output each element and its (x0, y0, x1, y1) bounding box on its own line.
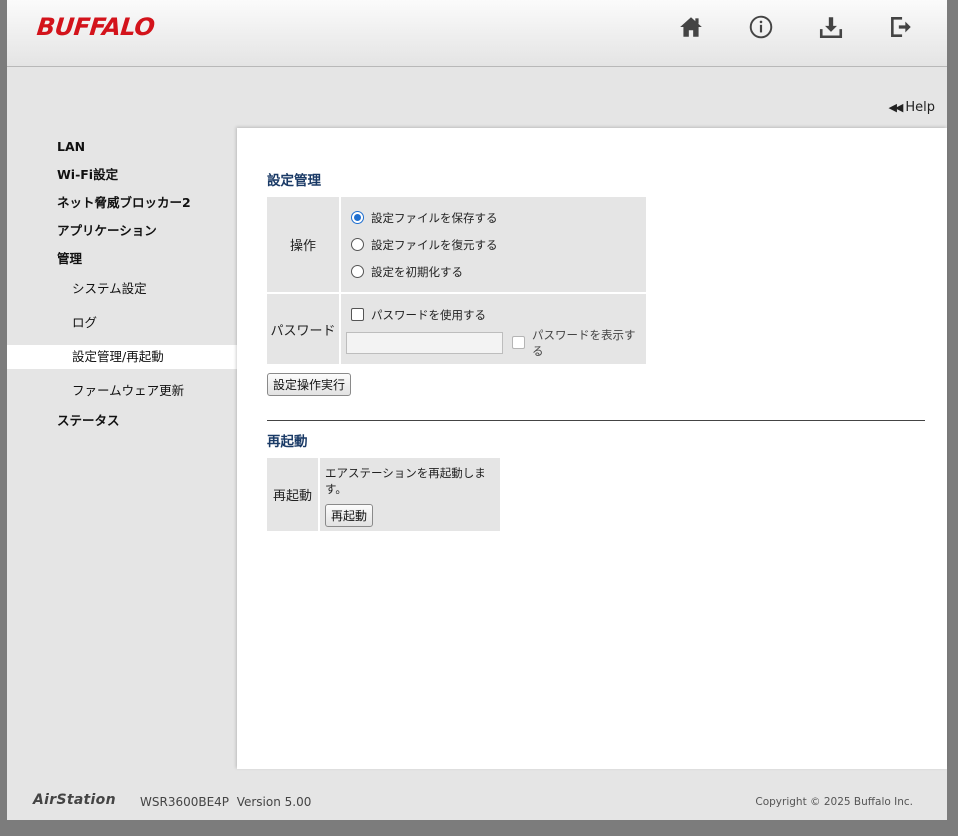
header-bar: BUFFALO (7, 0, 947, 67)
app-frame: BUFFALO ◀◀ Help LAN Wi-Fi設定 ネット脅威ブロッカー2 ア… (7, 0, 947, 820)
rewind-icon: ◀◀ (888, 101, 903, 114)
option-reset[interactable]: 設定を初期化する (351, 258, 636, 285)
password-label: パスワード (267, 294, 339, 364)
download-icon[interactable] (818, 14, 844, 40)
logout-icon[interactable] (888, 14, 914, 40)
buffalo-logo: BUFFALO (35, 13, 156, 41)
password-cell: パスワードを使用する パスワードを表示する (341, 294, 646, 364)
sidebar: LAN Wi-Fi設定 ネット脅威ブロッカー2 アプリケーション 管理 システム… (7, 136, 237, 438)
option-restore[interactable]: 設定ファイルを復元する (351, 231, 636, 258)
show-password-option[interactable]: パスワードを表示する (512, 327, 642, 358)
radio-restore[interactable] (351, 238, 364, 251)
use-password-label: パスワードを使用する (371, 307, 486, 322)
show-password-label: パスワードを表示する (532, 327, 636, 358)
info-icon[interactable] (748, 14, 774, 40)
reboot-form: 再起動 エアステーションを再起動します。 再起動 (265, 456, 502, 533)
use-password-option[interactable]: パスワードを使用する (346, 301, 642, 328)
option-save-label: 設定ファイルを保存する (371, 210, 498, 225)
model-version: WSR3600BE4P Version 5.00 (140, 795, 311, 809)
footer: AirStation WSR3600BE4P Version 5.00 Copy… (7, 770, 947, 820)
section-divider (267, 420, 925, 421)
option-reset-label: 設定を初期化する (371, 264, 463, 279)
home-icon[interactable] (678, 14, 704, 40)
settings-form: 操作 設定ファイルを保存する 設定ファイルを復元する 設定を初期化する パスワー… (265, 195, 648, 366)
sidebar-subitem-config-reboot[interactable]: 設定管理/再起動 (7, 345, 237, 369)
sidebar-item-application[interactable]: アプリケーション (7, 220, 237, 248)
settings-section-title: 設定管理 (267, 173, 321, 189)
sidebar-item-wifi[interactable]: Wi-Fi設定 (7, 164, 237, 192)
help-label: Help (905, 100, 935, 115)
sidebar-subitem-system[interactable]: システム設定 (7, 272, 237, 306)
model-name: WSR3600BE4P (140, 795, 230, 809)
sidebar-item-management[interactable]: 管理 (7, 248, 237, 272)
sidebar-item-status[interactable]: ステータス (7, 410, 237, 438)
help-link[interactable]: ◀◀ Help (888, 100, 935, 115)
sidebar-subitem-log[interactable]: ログ (7, 306, 237, 340)
reboot-label: 再起動 (267, 458, 318, 531)
reboot-description: エアステーションを再起動します。 (325, 466, 486, 496)
radio-save[interactable] (351, 211, 364, 224)
sidebar-item-threat-blocker[interactable]: ネット脅威ブロッカー2 (7, 192, 237, 220)
execute-settings-button[interactable]: 設定操作実行 (267, 373, 352, 396)
reboot-cell: エアステーションを再起動します。 再起動 (320, 458, 500, 531)
use-password-checkbox[interactable] (351, 308, 364, 321)
option-save[interactable]: 設定ファイルを保存する (351, 204, 636, 231)
sidebar-subitem-firmware[interactable]: ファームウェア更新 (7, 374, 237, 408)
option-restore-label: 設定ファイルを復元する (371, 237, 498, 252)
copyright-text: Copyright © 2025 Buffalo Inc. (755, 796, 913, 808)
airstation-logo: AirStation (33, 792, 116, 808)
sidebar-item-lan[interactable]: LAN (7, 136, 237, 164)
reboot-section-title: 再起動 (267, 434, 308, 450)
operation-label: 操作 (267, 197, 339, 292)
main-panel: 設定管理 操作 設定ファイルを保存する 設定ファイルを復元する 設定を初期化する (237, 128, 947, 769)
reboot-button[interactable]: 再起動 (325, 504, 374, 527)
operation-options: 設定ファイルを保存する 設定ファイルを復元する 設定を初期化する (341, 197, 646, 292)
show-password-checkbox[interactable] (512, 336, 525, 349)
firmware-version: Version 5.00 (236, 795, 312, 809)
radio-reset[interactable] (351, 265, 364, 278)
password-input[interactable] (346, 331, 503, 354)
